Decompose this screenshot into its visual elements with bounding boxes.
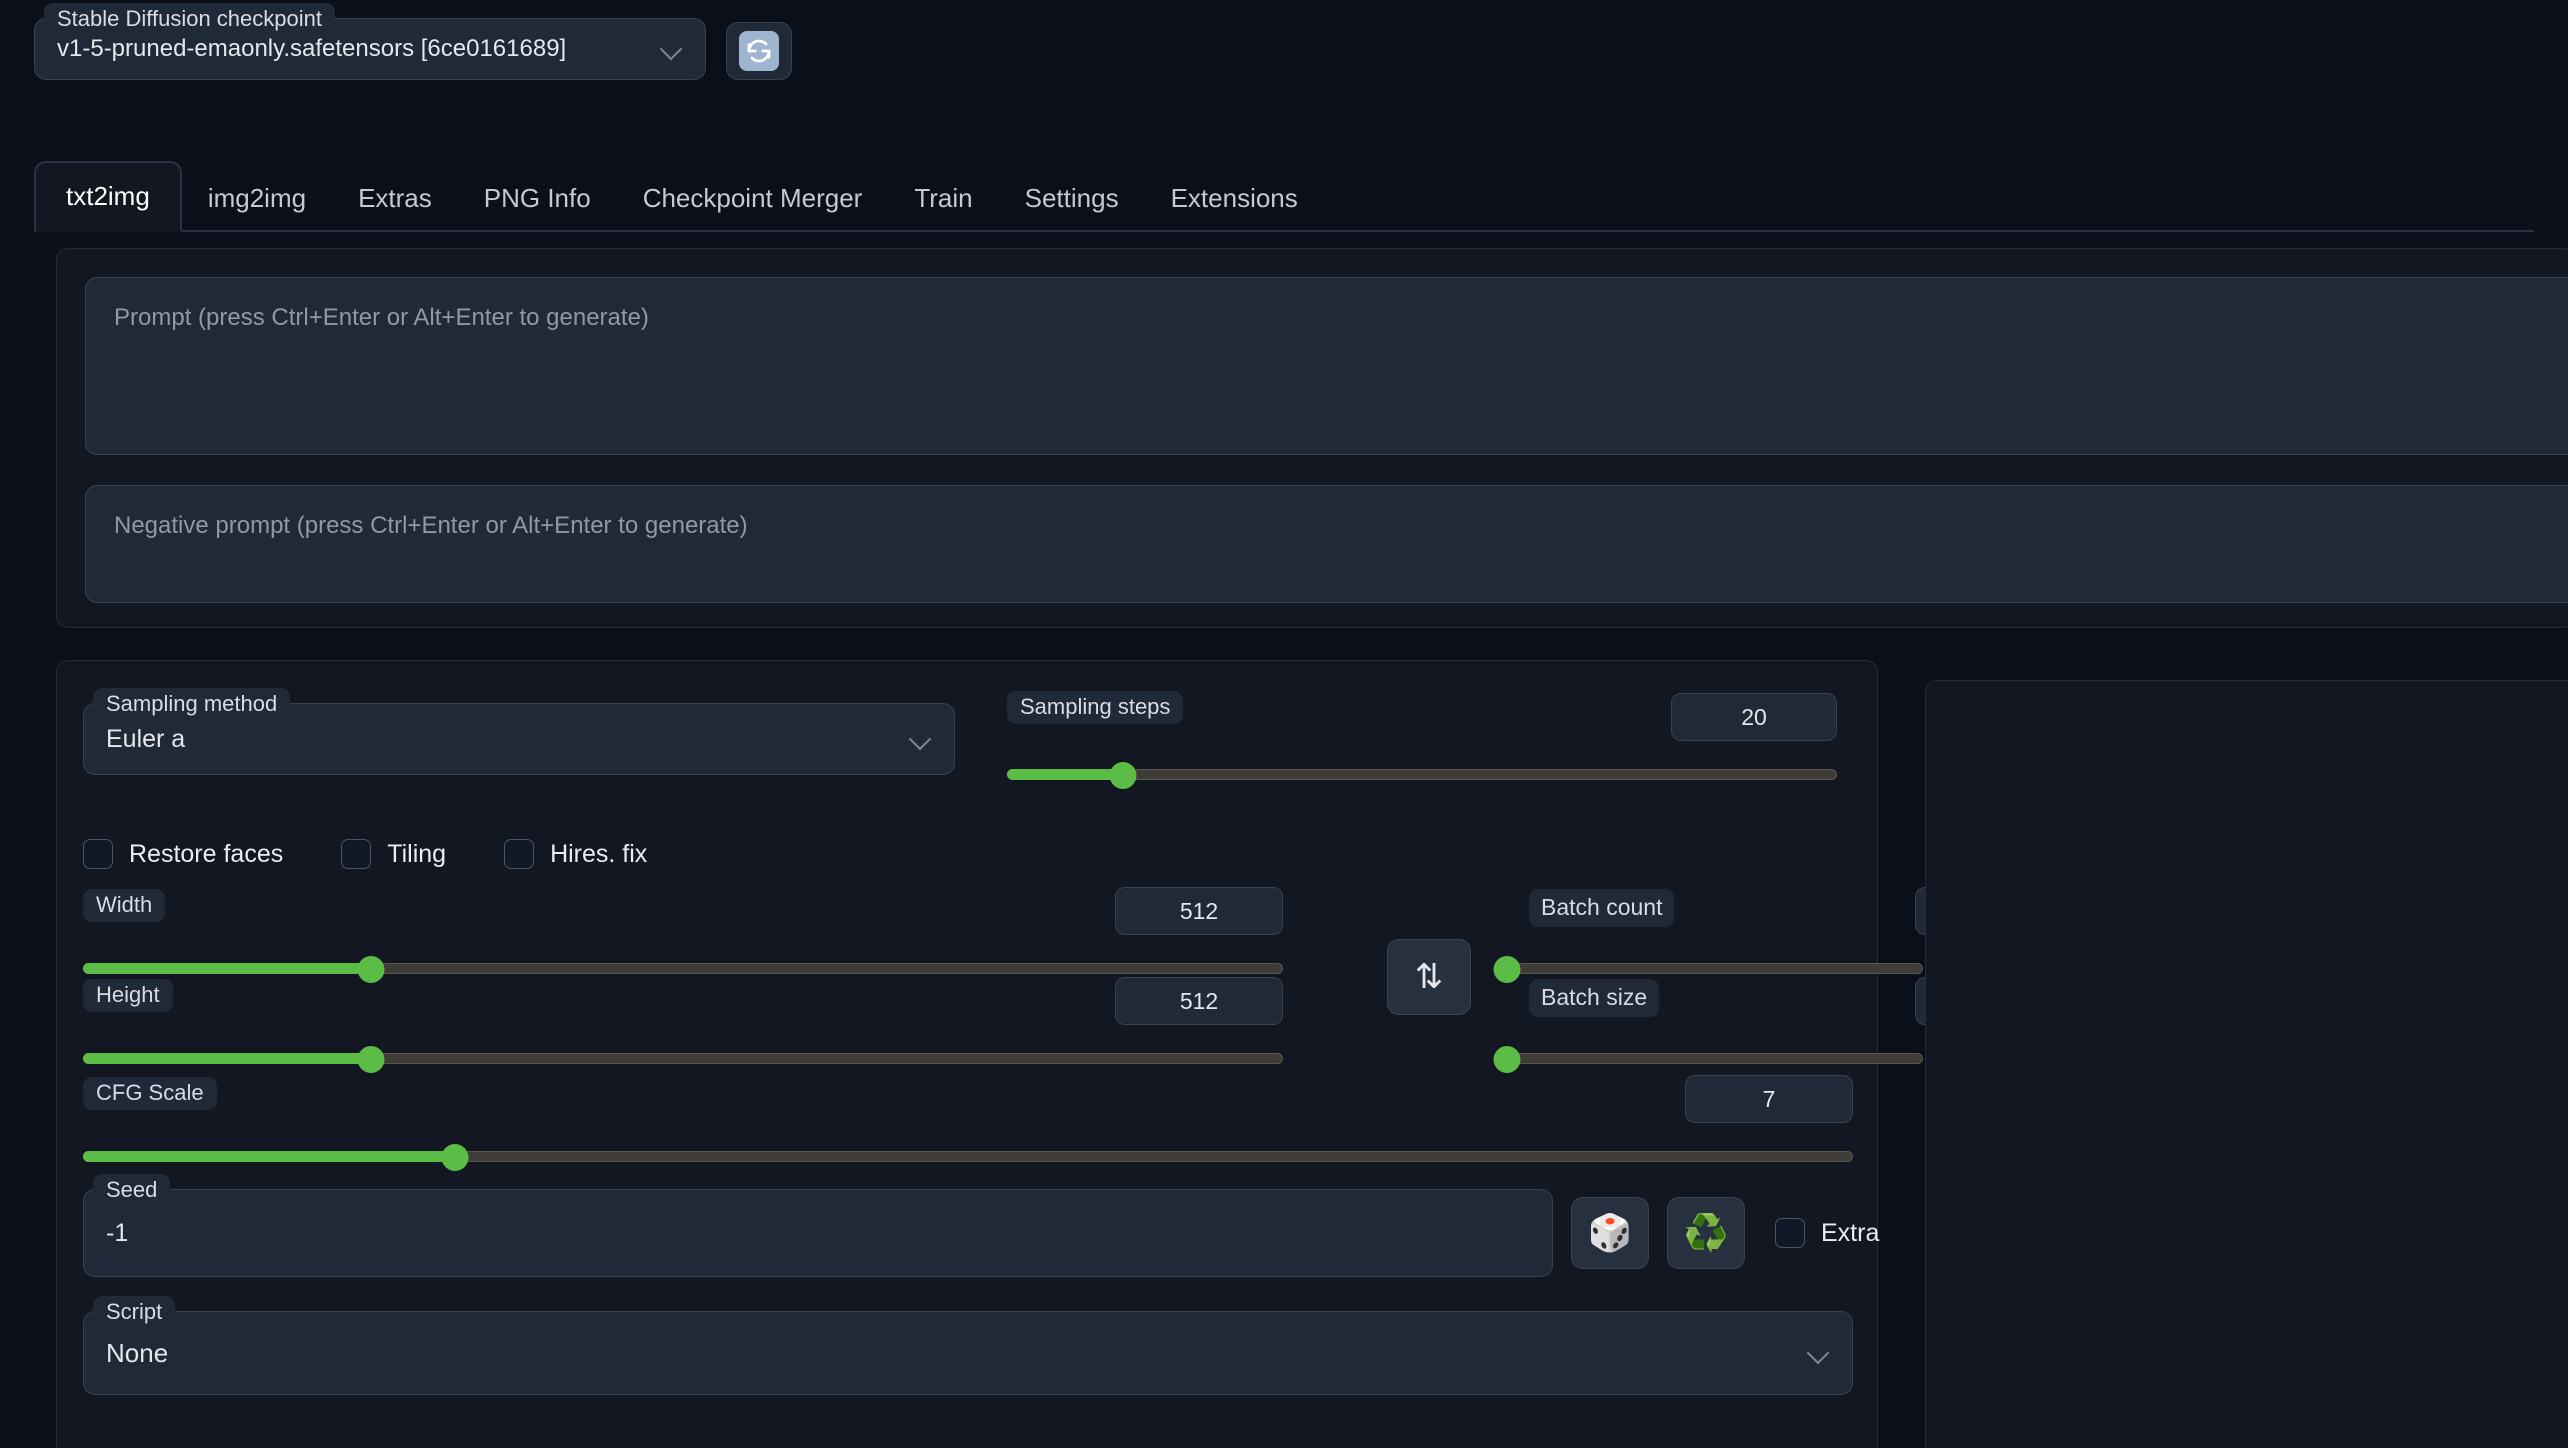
width-slider[interactable] — [83, 959, 1283, 977]
script-label: Script — [93, 1296, 175, 1329]
sampling-steps-slider[interactable] — [1007, 765, 1837, 783]
reuse-seed-button[interactable]: ♻️ — [1667, 1197, 1745, 1269]
slider-knob[interactable] — [441, 1144, 468, 1171]
checkbox-label: Tiling — [387, 840, 446, 869]
slider-track — [1507, 963, 1923, 974]
checkpoint-value: v1-5-pruned-emaonly.safetensors [6ce0161… — [57, 35, 661, 63]
sampling-steps-value[interactable]: 20 — [1671, 693, 1837, 741]
sampling-steps-label: Sampling steps — [1007, 691, 1183, 724]
seed-label: Seed — [93, 1174, 170, 1207]
slider-fill — [83, 963, 371, 974]
checkbox-extra-seed[interactable]: Extra — [1775, 1218, 1879, 1248]
seed-input[interactable]: -1 — [83, 1189, 1553, 1277]
positive-prompt-input[interactable]: Prompt (press Ctrl+Enter or Alt+Enter to… — [85, 277, 2568, 455]
recycle-icon: ♻️ — [1684, 1212, 1729, 1254]
slider-fill — [83, 1053, 371, 1064]
random-seed-button[interactable]: 🎲 — [1571, 1197, 1649, 1269]
toggle-row: Restore faces Tiling Hires. fix — [83, 839, 705, 869]
refresh-icon — [739, 31, 779, 71]
checkpoint-label: Stable Diffusion checkpoint — [44, 3, 335, 36]
sampling-method-field: Sampling method Euler a — [83, 703, 955, 775]
checkpoint-bar: Stable Diffusion checkpoint v1-5-pruned-… — [34, 18, 792, 80]
slider-fill — [83, 1151, 455, 1162]
checkbox-box[interactable] — [504, 839, 534, 869]
checkbox-box[interactable] — [341, 839, 371, 869]
width-value[interactable]: 512 — [1115, 887, 1283, 935]
slider-knob[interactable] — [358, 1046, 385, 1073]
dice-icon: 🎲 — [1588, 1212, 1633, 1254]
tab-train[interactable]: Train — [888, 165, 998, 230]
cfg-scale-label: CFG Scale — [83, 1077, 217, 1110]
checkbox-restore-faces[interactable]: Restore faces — [83, 839, 283, 869]
batch-count-label: Batch count — [1529, 889, 1674, 927]
script-value: None — [106, 1338, 1808, 1369]
tab-checkpoint-merger[interactable]: Checkpoint Merger — [617, 165, 889, 230]
height-value[interactable]: 512 — [1115, 977, 1283, 1025]
batch-size-slider[interactable] — [1507, 1049, 1923, 1067]
tab-txt2img[interactable]: txt2img — [34, 161, 182, 232]
batch-size-label: Batch size — [1529, 979, 1659, 1017]
main-tabs: txt2img img2img Extras PNG Info Checkpoi… — [34, 156, 2534, 232]
prompt-panel: Prompt (press Ctrl+Enter or Alt+Enter to… — [56, 248, 2568, 628]
slider-knob[interactable] — [1110, 762, 1137, 789]
checkbox-box[interactable] — [83, 839, 113, 869]
output-gallery-panel — [1925, 680, 2568, 1448]
sampling-method-label: Sampling method — [93, 688, 290, 721]
sampling-method-value: Euler a — [106, 725, 910, 754]
swap-dimensions-button[interactable]: ⇅ — [1387, 939, 1471, 1015]
cfg-scale-slider[interactable] — [83, 1147, 1853, 1165]
slider-knob[interactable] — [1494, 956, 1521, 983]
slider-track — [1507, 1053, 1923, 1064]
checkbox-label: Restore faces — [129, 840, 283, 869]
tab-img2img[interactable]: img2img — [182, 165, 332, 230]
slider-knob[interactable] — [358, 956, 385, 983]
tab-settings[interactable]: Settings — [999, 165, 1145, 230]
swap-arrows-icon: ⇅ — [1415, 957, 1444, 997]
slider-fill — [1007, 769, 1123, 780]
generation-settings-panel: Sampling method Euler a Sampling steps 2… — [56, 660, 1878, 1448]
checkbox-label: Extra — [1821, 1219, 1879, 1248]
tab-extras[interactable]: Extras — [332, 165, 458, 230]
checkpoint-field: Stable Diffusion checkpoint v1-5-pruned-… — [34, 18, 706, 80]
chevron-down-icon — [910, 728, 932, 750]
tab-extensions[interactable]: Extensions — [1145, 165, 1324, 230]
height-label: Height — [83, 979, 173, 1012]
chevron-down-icon — [661, 38, 683, 60]
chevron-down-icon — [1808, 1342, 1830, 1364]
script-field: Script None — [83, 1311, 1853, 1395]
batch-count-slider[interactable] — [1507, 959, 1923, 977]
tab-png-info[interactable]: PNG Info — [458, 165, 617, 230]
checkbox-hires-fix[interactable]: Hires. fix — [504, 839, 647, 869]
cfg-scale-value[interactable]: 7 — [1685, 1075, 1853, 1123]
height-slider[interactable] — [83, 1049, 1283, 1067]
checkbox-tiling[interactable]: Tiling — [341, 839, 446, 869]
slider-knob[interactable] — [1494, 1046, 1521, 1073]
checkbox-label: Hires. fix — [550, 840, 647, 869]
script-dropdown[interactable]: None — [83, 1311, 1853, 1395]
seed-field: Seed -1 🎲 ♻️ Extra — [83, 1189, 1879, 1277]
negative-prompt-input[interactable]: Negative prompt (press Ctrl+Enter or Alt… — [85, 485, 2568, 603]
checkbox-box[interactable] — [1775, 1218, 1805, 1248]
width-label: Width — [83, 889, 165, 922]
refresh-checkpoints-button[interactable] — [726, 22, 792, 80]
